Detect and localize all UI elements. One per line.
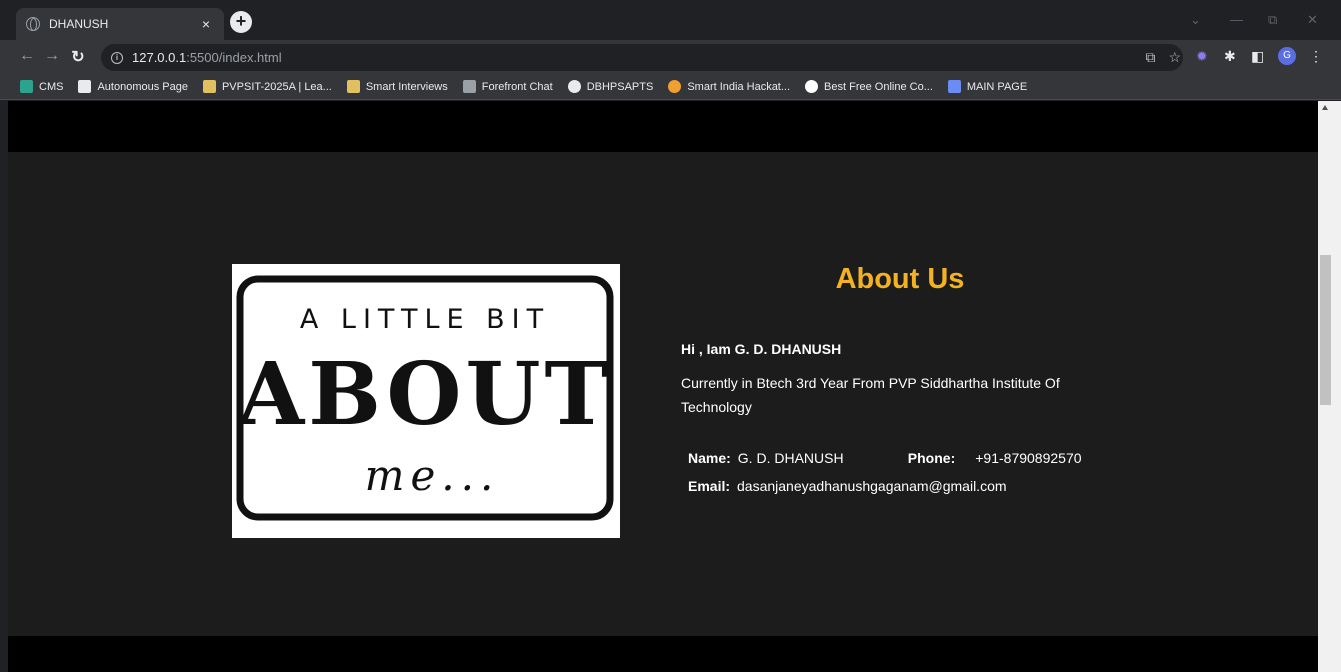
vertical-scrollbar[interactable] (1318, 101, 1341, 672)
bookmark-item[interactable]: Smart India Hackat... (668, 80, 790, 93)
new-tab-button[interactable]: + (230, 11, 252, 33)
phone-value: +91-8790892570 (975, 450, 1082, 466)
close-tab-icon[interactable]: × (198, 16, 214, 32)
browser-toolbar: ← → ↻ i 127.0.0.1 :5500/index.html ⧉ ☆ ✹… (0, 40, 1341, 74)
description-text: Currently in Btech 3rd Year From PVP Sid… (681, 375, 1060, 415)
bookmark-item[interactable]: MAIN PAGE (947, 80, 1028, 93)
url-host: 127.0.0.1 (132, 50, 187, 65)
bookmark-label: MAIN PAGE (966, 80, 1028, 93)
bookmark-item[interactable]: DBHPSAPTS (567, 80, 654, 93)
image-line-1: A LITTLE BIT (300, 304, 550, 335)
side-panel-icon[interactable]: ◧ (1251, 48, 1264, 65)
bookmark-item[interactable]: CMS (20, 80, 63, 93)
email-label: Email: (688, 478, 731, 494)
bookmark-label: Smart India Hackat... (687, 80, 791, 93)
menu-kebab-icon[interactable]: ⋮ (1309, 48, 1323, 65)
about-me-image: A LITTLE BIT ABOUT me... (232, 264, 620, 538)
bookmark-label: Best Free Online Co... (824, 80, 933, 93)
cms-icon (20, 80, 33, 93)
url-path: :5500/index.html (186, 50, 282, 65)
globe-icon (567, 80, 581, 93)
forefront-icon (462, 80, 476, 93)
tab-strip: DHANUSH × + ⌄ — ⧉ ✕ (0, 0, 1341, 40)
address-bar[interactable]: i 127.0.0.1 :5500/index.html ⧉ ☆ (101, 44, 1183, 71)
balloon-icon (668, 80, 682, 93)
google-icon (805, 80, 819, 93)
profile-avatar[interactable]: G (1278, 47, 1296, 65)
image-line-2: ABOUT (237, 344, 613, 445)
bookmark-item[interactable]: PVPSIT-2025A | Lea... (202, 80, 332, 93)
bookmark-label: PVPSIT-2025A | Lea... (221, 80, 332, 93)
reload-icon[interactable]: ↻ (68, 47, 88, 67)
info-row-2: Email: dasanjaneyadhanushgaganam@gmail.c… (688, 472, 1082, 500)
info-row-1: Name: G. D. DHANUSH Phone: +91-879089257… (688, 444, 1082, 472)
tab-search-icon[interactable]: ⌄ (1190, 12, 1201, 28)
share-icon[interactable]: ⧉ (1145, 49, 1155, 66)
greeting-text: Hi , Iam G. D. DHANUSH (681, 341, 842, 357)
info-icon[interactable]: i (111, 51, 123, 64)
smart-interviews-icon (346, 80, 360, 93)
bookmark-label: Autonomous Page (97, 80, 188, 93)
back-icon[interactable]: ← (17, 47, 37, 65)
bookmark-item[interactable]: Autonomous Page (78, 80, 188, 93)
footer-band (8, 636, 1318, 672)
bookmark-item[interactable]: Smart Interviews (346, 80, 448, 93)
main-page-icon (947, 80, 961, 93)
minimize-icon[interactable]: — (1230, 12, 1243, 27)
pvpsit-icon (202, 80, 216, 93)
bookmark-label: Forefront Chat (481, 80, 553, 93)
page-viewport: A LITTLE BIT ABOUT me... About Us Hi , I… (8, 101, 1318, 672)
bookmark-item[interactable]: Best Free Online Co... (805, 80, 933, 93)
bookmark-label: CMS (39, 80, 64, 93)
browser-tab[interactable]: DHANUSH × (16, 8, 224, 40)
bookmark-star-icon[interactable]: ☆ (1168, 49, 1181, 66)
tab-title: DHANUSH (49, 17, 109, 31)
scrollbar-thumb[interactable] (1320, 255, 1331, 405)
bookmark-label: DBHPSAPTS (586, 80, 654, 93)
bookmark-label: Smart Interviews (365, 80, 448, 93)
restore-icon[interactable]: ⧉ (1268, 12, 1277, 28)
scroll-up-icon[interactable] (1322, 105, 1328, 110)
about-title: About Us (835, 263, 965, 295)
name-value: G. D. DHANUSH (737, 450, 844, 466)
image-line-3: me... (365, 451, 500, 500)
globe-icon (26, 17, 40, 31)
email-value: dasanjaneyadhanushgaganam@gmail.com (737, 478, 1007, 494)
name-label: Name: (688, 450, 731, 466)
contact-info: Name: G. D. DHANUSH Phone: +91-879089257… (688, 444, 1082, 500)
bookmark-item[interactable]: Forefront Chat (462, 80, 553, 93)
extensions-puzzle-icon[interactable]: ✱ (1224, 48, 1236, 65)
header-band (8, 101, 1318, 152)
phone-label: Phone: (907, 450, 956, 466)
forward-icon[interactable]: → (42, 47, 62, 65)
bookmarks-bar: CMS Autonomous Page PVPSIT-2025A | Lea... S… (0, 74, 1341, 100)
close-window-icon[interactable]: ✕ (1307, 12, 1318, 28)
sit-icon (78, 80, 92, 93)
extension-gear-icon[interactable]: ✹ (1196, 48, 1208, 65)
